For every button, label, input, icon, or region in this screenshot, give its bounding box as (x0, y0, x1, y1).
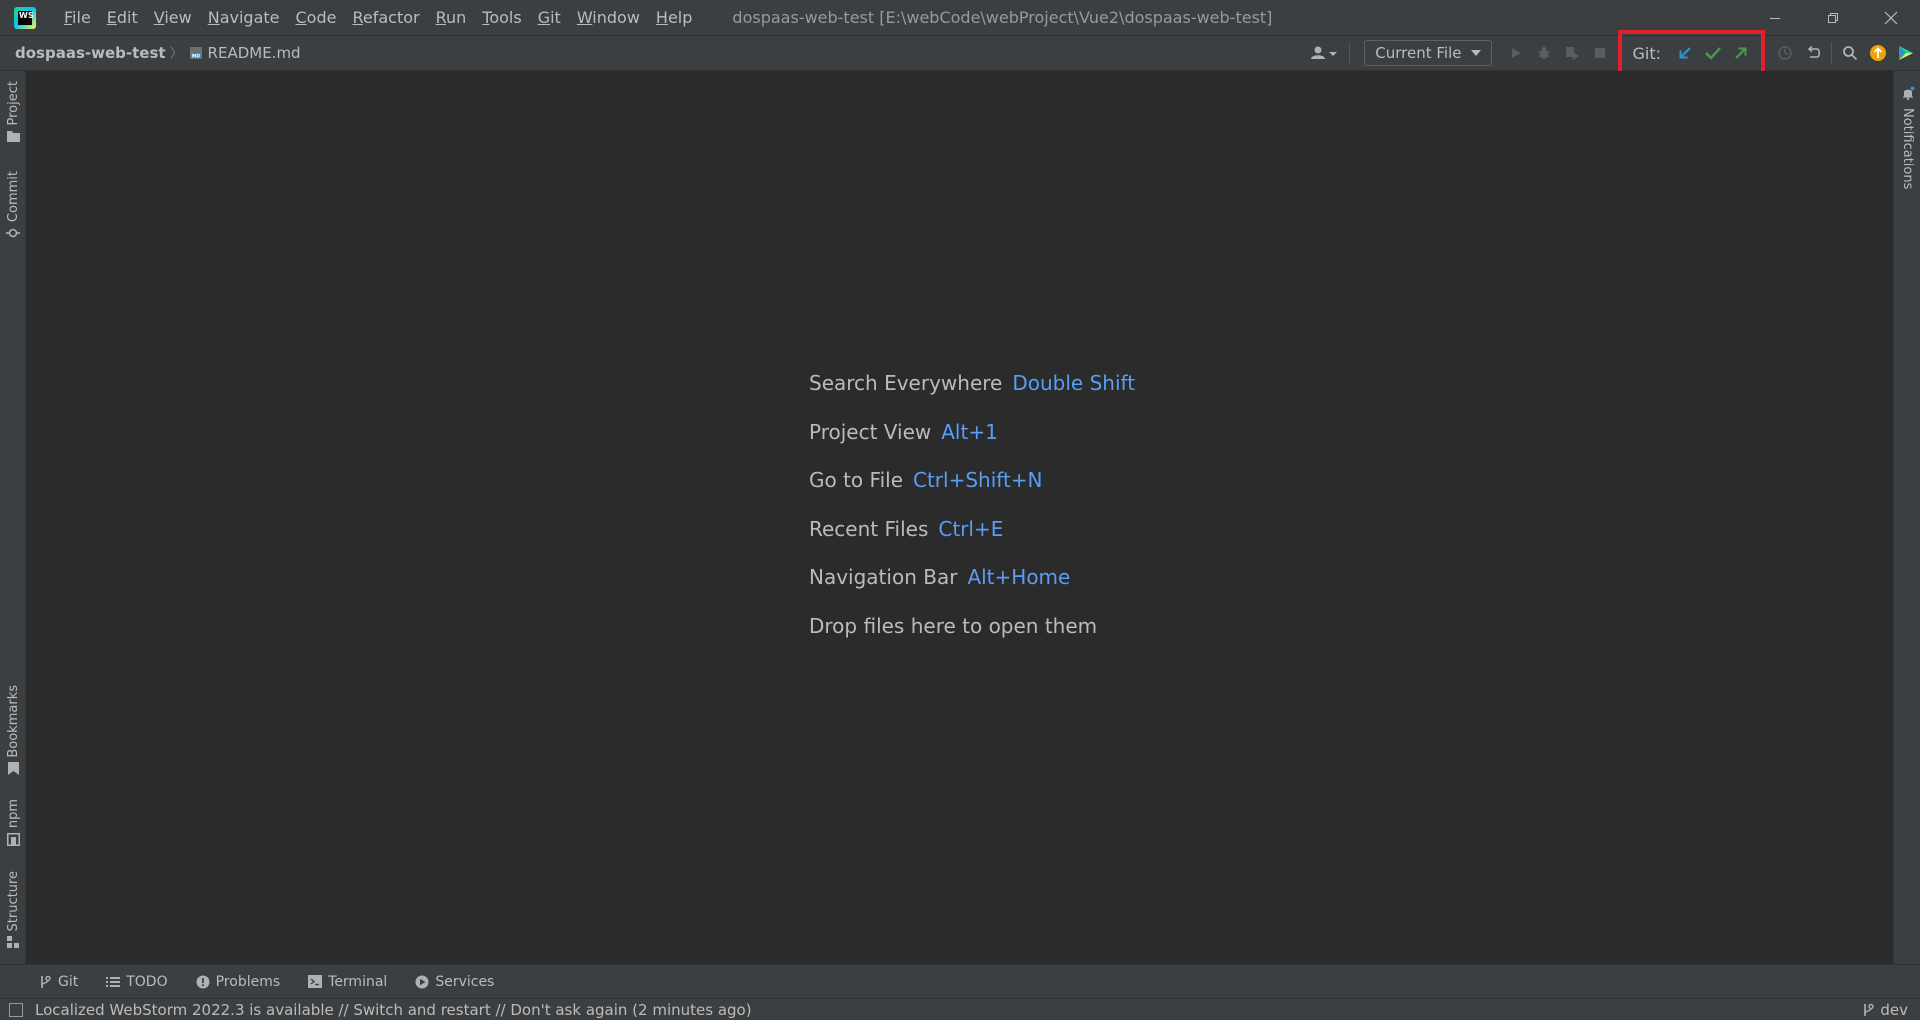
services-play-icon (415, 975, 429, 989)
run-button[interactable] (1502, 39, 1530, 67)
arrow-down-left-icon (1679, 47, 1691, 59)
menu-navigate[interactable]: Navigate (200, 0, 288, 35)
coverage-icon (1566, 47, 1580, 60)
tool-tab-notifications[interactable]: Notifications (1894, 85, 1920, 189)
main-toolbar: Current File Git: (1305, 30, 1920, 76)
menu-view[interactable]: View (146, 0, 200, 35)
search-icon (1843, 46, 1858, 61)
tool-tab-structure[interactable]: Structure (0, 871, 26, 949)
main-menu: File Edit View Navigate Code Refactor Ru… (56, 0, 700, 35)
right-tool-stripe: Notifications (1893, 71, 1920, 964)
hint-project-view: Project View Alt+1 (809, 419, 998, 444)
user-dropdown-icon (1311, 46, 1338, 59)
bottom-tool-bar: Git TODO Problems Terminal Services (0, 964, 1920, 998)
tool-tab-git[interactable]: Git (38, 974, 78, 990)
debug-button[interactable] (1530, 39, 1558, 67)
restore-button[interactable] (1804, 0, 1862, 35)
git-branch-icon (38, 975, 52, 989)
tool-tab-bookmarks[interactable]: Bookmarks (0, 685, 26, 776)
arrow-up-right-icon (1735, 47, 1747, 59)
tool-tab-project[interactable]: Project (0, 81, 26, 143)
menu-git[interactable]: Git (530, 0, 569, 35)
menu-run[interactable]: Run (428, 0, 475, 35)
git-update-button[interactable] (1671, 39, 1699, 67)
checkmark-icon (1705, 47, 1721, 60)
clock-icon (1778, 46, 1792, 60)
update-arrow-icon (1870, 45, 1886, 61)
git-push-button[interactable] (1727, 39, 1755, 67)
bug-icon (1538, 46, 1551, 59)
navigation-bar: dospaas-web-test 〉 MD README.md Current … (0, 30, 1920, 76)
tool-tab-problems[interactable]: Problems (196, 974, 280, 990)
status-message[interactable]: Localized WebStorm 2022.3 is available /… (35, 1001, 752, 1019)
menu-edit[interactable]: Edit (99, 0, 146, 35)
run-configuration-select[interactable]: Current File (1364, 40, 1493, 66)
user-account-button[interactable] (1305, 39, 1345, 67)
hint-search-everywhere: Search Everywhere Double Shift (809, 371, 1136, 395)
breadcrumb-project[interactable]: dospaas-web-test (15, 44, 166, 62)
ide-update-button[interactable] (1864, 39, 1892, 67)
run-icon (1512, 48, 1522, 58)
npm-icon (6, 832, 20, 846)
hint-go-to-file: Go to File Ctrl+Shift+N (809, 468, 1043, 493)
chevron-down-icon (1471, 50, 1482, 56)
menu-tools[interactable]: Tools (474, 0, 529, 35)
git-branch-icon (1862, 1003, 1875, 1017)
window-controls (1746, 0, 1920, 35)
menu-window[interactable]: Window (569, 0, 648, 35)
hint-navigation-bar: Navigation Bar Alt+Home (809, 565, 1071, 590)
rollback-button[interactable] (1799, 39, 1827, 67)
info-circle-icon (196, 975, 210, 989)
bookmark-icon (6, 762, 20, 776)
structure-icon (6, 935, 20, 949)
toggle-tool-windows-icon[interactable] (9, 1002, 23, 1017)
bell-icon (1901, 85, 1915, 104)
stop-icon (1595, 48, 1606, 58)
hint-recent-files: Recent Files Ctrl+E (809, 516, 1004, 541)
toolbar-separator (1349, 42, 1351, 64)
git-commit-button[interactable] (1699, 39, 1727, 67)
menu-help[interactable]: Help (648, 0, 700, 35)
coverage-button[interactable] (1558, 39, 1586, 67)
svg-text:MD: MD (191, 53, 199, 59)
run-configuration-label: Current File (1375, 44, 1462, 62)
close-icon (1884, 11, 1898, 24)
close-window-button[interactable] (1862, 0, 1920, 35)
editor-hints: Search Everywhere Double Shift Project Vi… (809, 359, 1135, 651)
menu-code[interactable]: Code (288, 0, 345, 35)
stop-button[interactable] (1586, 39, 1614, 67)
webstorm-logo-icon[interactable]: WS (14, 6, 36, 29)
search-everywhere-button[interactable] (1836, 39, 1864, 67)
breadcrumb-file[interactable]: README.md (208, 44, 301, 62)
status-bar: Localized WebStorm 2022.3 is available /… (0, 998, 1920, 1020)
left-tool-stripe: Project Commit Bookmarks npm Structure (0, 71, 26, 964)
folder-icon (6, 129, 20, 143)
tool-tab-terminal[interactable]: Terminal (308, 974, 387, 990)
terminal-icon (308, 975, 323, 989)
git-toolbar-group: Git: (1618, 30, 1765, 76)
breadcrumb: dospaas-web-test 〉 MD README.md (15, 43, 301, 63)
tool-tab-npm[interactable]: npm (0, 799, 26, 846)
git-branch-widget[interactable]: dev (1862, 999, 1908, 1020)
editor-empty-area[interactable]: Search Everywhere Double Shift Project Vi… (27, 71, 1893, 964)
code-with-me-button[interactable] (1892, 39, 1920, 67)
breadcrumb-separator-icon: 〉 (169, 46, 184, 62)
commit-icon (6, 226, 20, 240)
todo-list-icon (106, 975, 121, 989)
tool-tab-commit[interactable]: Commit (0, 171, 26, 240)
menu-refactor[interactable]: Refactor (344, 0, 427, 35)
code-with-me-icon (1899, 46, 1913, 60)
menu-file[interactable]: File (56, 0, 99, 35)
tool-tab-services[interactable]: Services (415, 974, 494, 990)
git-label: Git: (1632, 43, 1661, 63)
restore-icon (1828, 12, 1838, 23)
minimize-icon (1770, 17, 1780, 19)
undo-icon (1807, 45, 1821, 58)
git-history-button[interactable] (1771, 39, 1799, 67)
toolbar-separator (1831, 42, 1832, 64)
hint-drop-files: Drop files here to open them (809, 613, 1098, 638)
markdown-file-icon: MD (188, 45, 204, 61)
tool-tab-todo[interactable]: TODO (106, 974, 168, 990)
window-title: dospaas-web-test [E:\webCode\webProject\… (732, 8, 1273, 27)
